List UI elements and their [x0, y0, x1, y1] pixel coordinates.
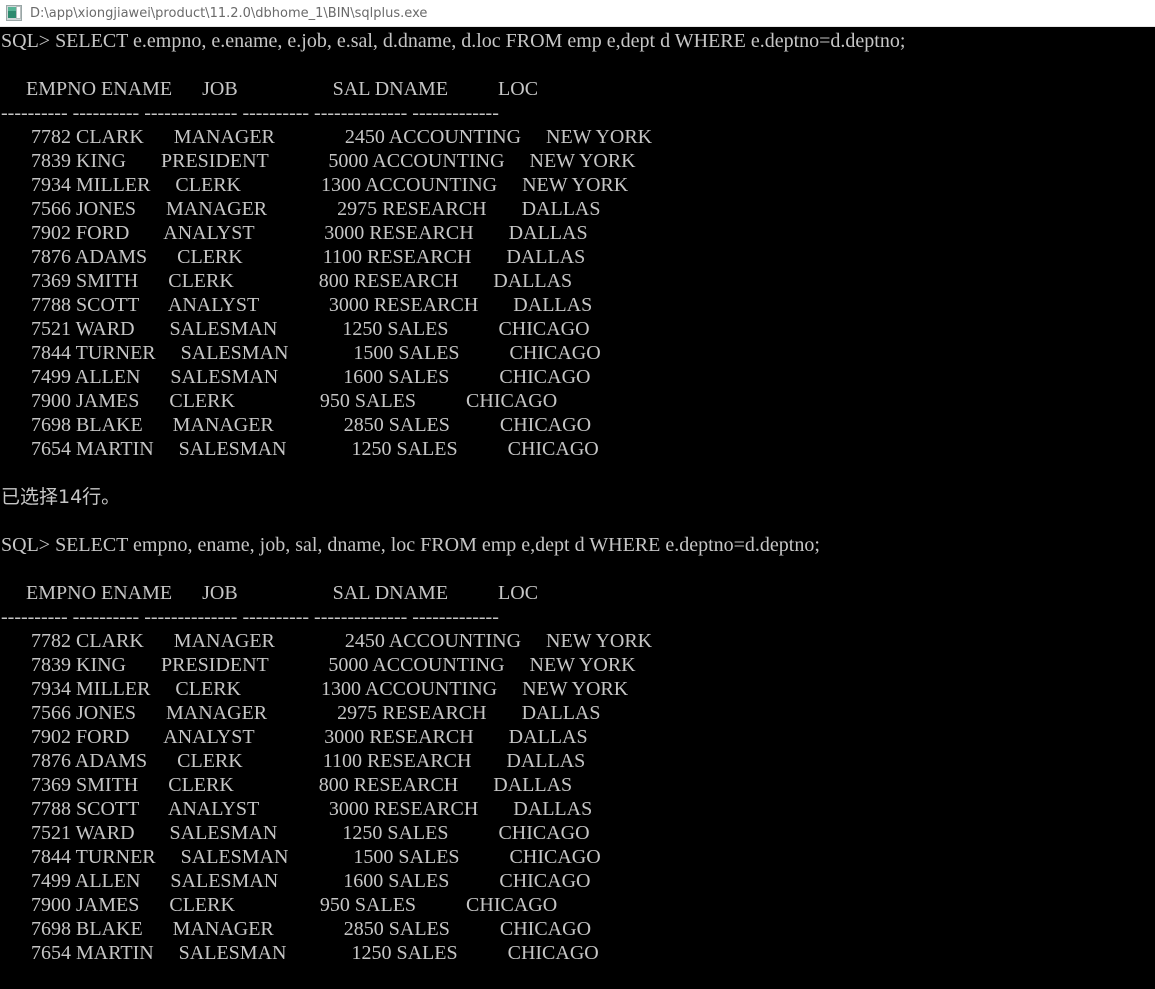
- result-table-row: 7839 KING PRESIDENT 5000 ACCOUNTING NEW …: [1, 150, 661, 172]
- result-table-row: 7900 JAMES CLERK 950 SALES CHICAGO: [1, 390, 588, 412]
- result-table-row: 7499 ALLEN SALESMAN 1600 SALES CHICAGO: [1, 870, 621, 892]
- result-table-row: 7782 CLARK MANAGER 2450 ACCOUNTING NEW Y…: [1, 630, 678, 652]
- result-table-row: 7521 WARD SALESMAN 1250 SALES CHICAGO: [1, 318, 620, 340]
- result-message-line: 已选择14行。: [1, 486, 121, 508]
- sql-command-line: SQL> SELECT empno, ename, job, sal, dnam…: [1, 534, 820, 556]
- result-table-row: 7654 MARTIN SALESMAN 1250 SALES CHICAGO: [1, 438, 629, 460]
- console-app-icon: [6, 5, 22, 21]
- result-table-row: 7839 KING PRESIDENT 5000 ACCOUNTING NEW …: [1, 654, 661, 676]
- result-table-row: 7566 JONES MANAGER 2975 RESEARCH DALLAS: [1, 198, 636, 220]
- result-table-rule: ---------- ---------- -------------- ---…: [1, 102, 499, 124]
- result-table-rule: ---------- ---------- -------------- ---…: [1, 606, 499, 628]
- result-table-row: 7902 FORD ANALYST 3000 RESEARCH DALLAS: [1, 726, 623, 748]
- window-titlebar[interactable]: D:\app\xiongjiawei\product\11.2.0\dbhome…: [0, 0, 1155, 27]
- result-table-row: 7844 TURNER SALESMAN 1500 SALES CHICAGO: [1, 846, 631, 868]
- result-table-row: 7521 WARD SALESMAN 1250 SALES CHICAGO: [1, 822, 620, 844]
- result-table-row: 7900 JAMES CLERK 950 SALES CHICAGO: [1, 894, 588, 916]
- result-table-row: 7876 ADAMS CLERK 1100 RESEARCH DALLAS: [1, 750, 621, 772]
- result-table-row: 7902 FORD ANALYST 3000 RESEARCH DALLAS: [1, 222, 623, 244]
- console-output-area[interactable]: SQL> SELECT e.empno, e.ename, e.job, e.s…: [0, 27, 1155, 989]
- result-table-header: EMPNO ENAME JOB SAL DNAME LOC: [1, 78, 589, 100]
- result-table-row: 7876 ADAMS CLERK 1100 RESEARCH DALLAS: [1, 246, 621, 268]
- result-table-row: 7844 TURNER SALESMAN 1500 SALES CHICAGO: [1, 342, 631, 364]
- window-title: D:\app\xiongjiawei\product\11.2.0\dbhome…: [30, 5, 428, 21]
- result-table-row: 7566 JONES MANAGER 2975 RESEARCH DALLAS: [1, 702, 636, 724]
- result-table-row: 7788 SCOTT ANALYST 3000 RESEARCH DALLAS: [1, 294, 628, 316]
- result-table-row: 7698 BLAKE MANAGER 2850 SALES CHICAGO: [1, 918, 622, 940]
- result-table-row: 7369 SMITH CLERK 800 RESEARCH DALLAS: [1, 774, 608, 796]
- result-table-header: EMPNO ENAME JOB SAL DNAME LOC: [1, 582, 589, 604]
- result-table-row: 7654 MARTIN SALESMAN 1250 SALES CHICAGO: [1, 942, 629, 964]
- result-table-row: 7934 MILLER CLERK 1300 ACCOUNTING NEW YO…: [1, 678, 654, 700]
- result-table-row: 7698 BLAKE MANAGER 2850 SALES CHICAGO: [1, 414, 622, 436]
- result-table-row: 7934 MILLER CLERK 1300 ACCOUNTING NEW YO…: [1, 174, 654, 196]
- result-table-row: 7499 ALLEN SALESMAN 1600 SALES CHICAGO: [1, 366, 621, 388]
- sql-command-line: SQL> SELECT e.empno, e.ename, e.job, e.s…: [1, 30, 906, 52]
- result-table-row: 7782 CLARK MANAGER 2450 ACCOUNTING NEW Y…: [1, 126, 678, 148]
- result-table-row: 7788 SCOTT ANALYST 3000 RESEARCH DALLAS: [1, 798, 628, 820]
- result-table-row: 7369 SMITH CLERK 800 RESEARCH DALLAS: [1, 270, 608, 292]
